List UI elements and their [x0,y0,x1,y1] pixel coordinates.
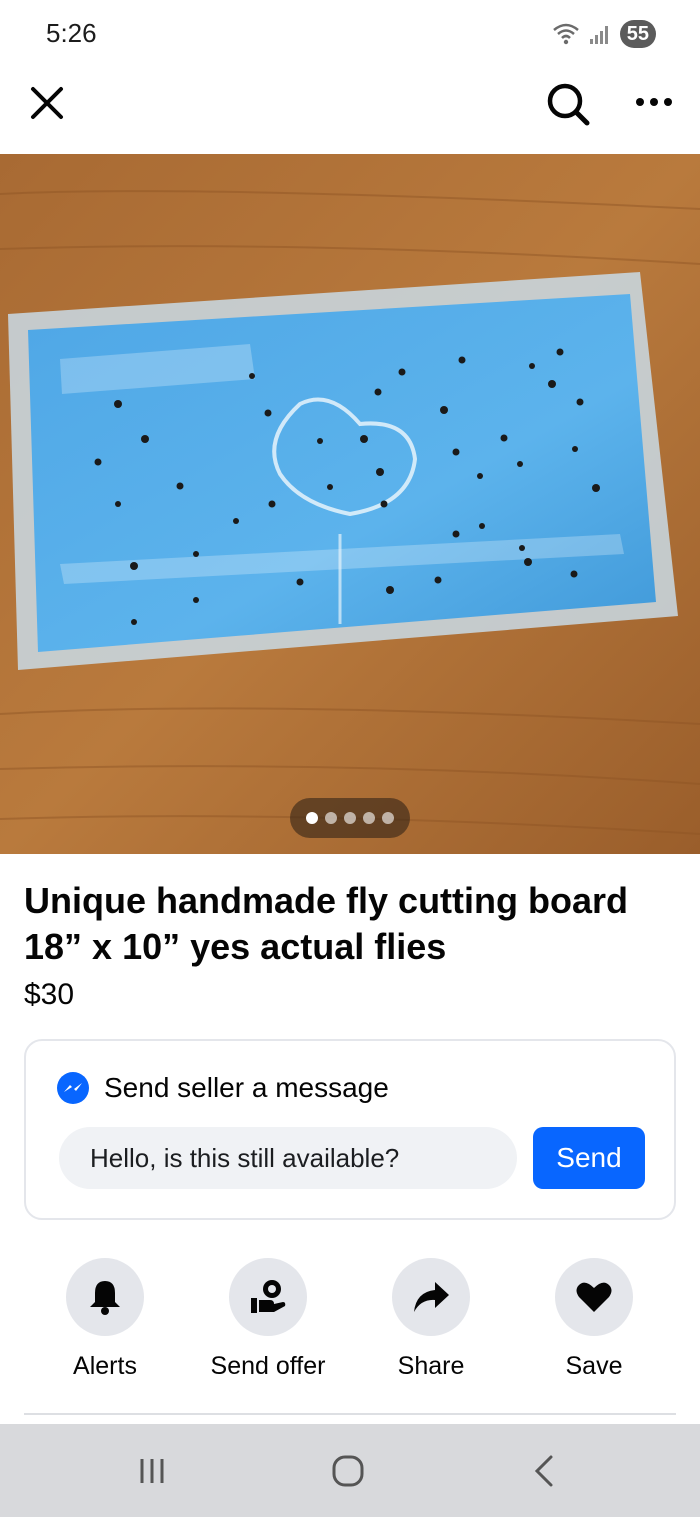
message-card-header: Send seller a message [56,1071,389,1105]
message-input[interactable]: Hello, is this still available? [59,1127,517,1189]
carousel-dot [363,812,375,824]
save-button[interactable]: Save [514,1258,674,1381]
cutting-board-image [0,154,700,854]
alerts-button[interactable]: Alerts [25,1258,185,1381]
message-seller-card: Send seller a message Hello, is this sti… [24,1039,676,1220]
listing-photo[interactable] [0,154,700,854]
more-button[interactable] [626,80,682,124]
back-button[interactable] [516,1446,572,1496]
status-bar: 5:26 55 [0,0,700,68]
top-bar [0,68,700,154]
close-icon [31,87,63,119]
carousel-dot [325,812,337,824]
save-circle [555,1258,633,1336]
recent-apps-button[interactable] [124,1446,180,1496]
back-icon [534,1455,553,1487]
send-offer-circle [229,1258,307,1336]
action-row: Alerts Send offer Share Save [0,1258,700,1388]
carousel-dot [382,812,394,824]
share-icon [414,1282,449,1312]
home-button[interactable] [318,1446,378,1496]
share-circle [392,1258,470,1336]
send-offer-button[interactable]: Send offer [188,1258,348,1381]
wifi-icon [552,23,579,45]
carousel-indicator [290,798,410,838]
share-button[interactable]: Share [351,1258,511,1381]
send-button[interactable]: Send [533,1127,645,1189]
search-button[interactable] [540,76,596,132]
status-time: 5:26 [46,18,97,48]
heart-icon [576,1282,612,1312]
message-card-title: Send seller a message [104,1072,389,1103]
carousel-dot [344,812,356,824]
carousel-dot [306,812,318,824]
send-offer-label: Send offer [210,1352,326,1380]
share-label: Share [397,1352,465,1380]
listing-price: $30 [24,978,75,1011]
messenger-icon [57,1072,89,1104]
system-nav-bar [0,1424,700,1517]
battery-icon: 55 [619,20,656,48]
divider [24,1413,676,1415]
more-icon [636,98,672,106]
recent-apps-icon [140,1459,164,1483]
bell-icon [90,1281,120,1315]
close-button[interactable] [22,78,72,128]
alerts-label: Alerts [73,1352,137,1380]
search-icon [547,83,590,126]
alerts-circle [66,1258,144,1336]
signal-icon [589,26,608,44]
offer-icon [251,1280,286,1313]
home-icon [332,1455,364,1487]
status-icons: 55 [552,18,656,50]
save-label: Save [565,1352,623,1380]
listing-title: Unique handmade fly cutting board 18” x … [24,880,629,967]
